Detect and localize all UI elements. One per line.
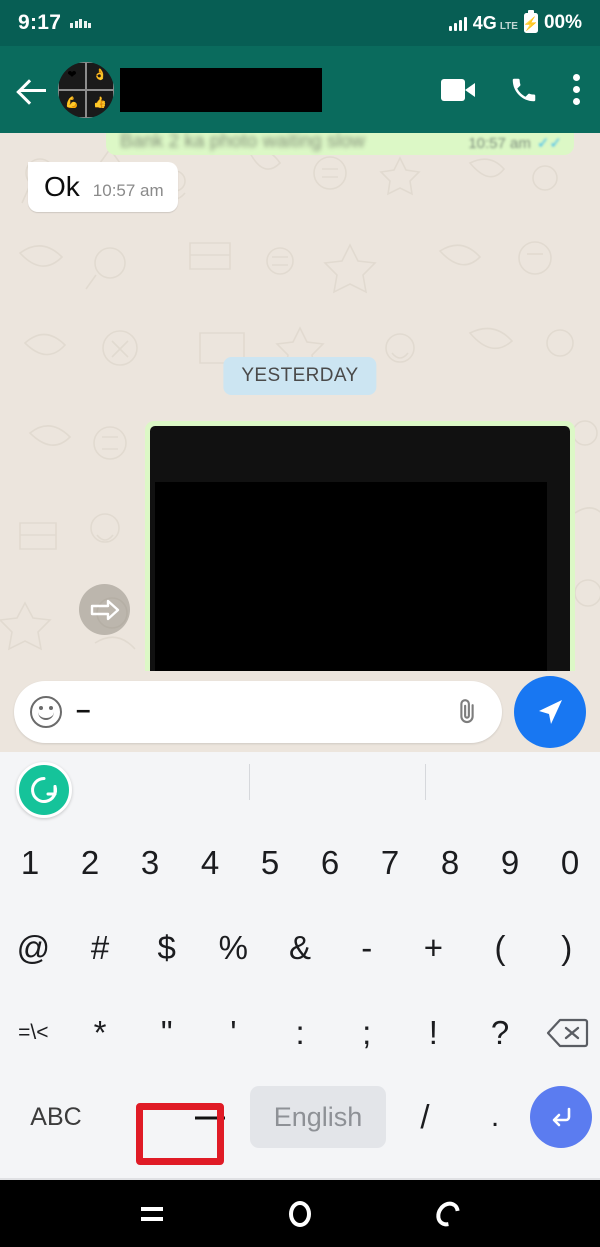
message-text: Ok: [44, 171, 80, 202]
key-hyphen[interactable]: -: [333, 905, 400, 990]
media-thumbnail[interactable]: 9:56 pm: [150, 426, 570, 671]
read-ticks-icon: ✓✓: [536, 135, 562, 152]
key-paren-close[interactable]: ): [533, 905, 600, 990]
enter-key-icon[interactable]: [530, 1086, 592, 1148]
chat-message-list[interactable]: Bank 2 ka photo waiting slow 10:57 am ✓✓…: [0, 133, 600, 671]
enter-glyph: [552, 1107, 571, 1127]
message-input-text[interactable]: –: [76, 694, 438, 729]
key-single-quote[interactable]: ': [200, 990, 267, 1075]
suggestion-strip: [0, 752, 600, 820]
message-text: Bank 2 ka photo waiting slow: [120, 133, 366, 152]
key-asterisk[interactable]: *: [67, 990, 134, 1075]
emoji-smiley-icon[interactable]: [30, 695, 62, 728]
forward-arrow-glyph: [90, 599, 119, 620]
forward-arrow-icon[interactable]: [79, 584, 130, 635]
message-input-field[interactable]: –: [14, 680, 502, 743]
send-icon: [539, 699, 562, 724]
key-5[interactable]: 5: [240, 820, 300, 905]
key-0[interactable]: 0: [540, 820, 600, 905]
key-9[interactable]: 9: [480, 820, 540, 905]
signal-bars-icon: [448, 15, 467, 31]
outgoing-message-partial[interactable]: Bank 2 ka photo waiting slow 10:57 am ✓✓: [106, 133, 574, 155]
message-input-bar: –: [0, 671, 600, 752]
chat-app-bar: ❤ 👌 💪 👍: [0, 46, 600, 133]
key-period[interactable]: .: [464, 1100, 526, 1134]
back-nav-icon[interactable]: [374, 1196, 522, 1231]
key-8[interactable]: 8: [420, 820, 480, 905]
network-sub-label: LTE: [499, 21, 518, 32]
phone-call-icon[interactable]: [509, 75, 539, 105]
on-screen-keyboard[interactable]: 1 2 3 4 5 6 7 8 9 0 @ # $ % & - + ( ) =\…: [0, 752, 600, 1180]
key-6[interactable]: 6: [300, 820, 360, 905]
backspace-glyph: [546, 1018, 588, 1047]
status-bar-right: 4G LTE ⚡ 00%: [448, 10, 582, 34]
contact-name-redacted[interactable]: [120, 67, 322, 112]
network-type-label: 4G: [472, 12, 497, 33]
key-1[interactable]: 1: [0, 820, 60, 905]
media-message-bubble[interactable]: 9:56 pm: [145, 421, 575, 671]
avatar-quadrant: 👍: [86, 89, 114, 118]
key-double-quote[interactable]: ": [133, 990, 200, 1075]
key-ampersand[interactable]: &: [267, 905, 334, 990]
avatar[interactable]: ❤ 👌 💪 👍: [58, 61, 114, 118]
app-bar-actions: [441, 74, 584, 105]
key-exclamation[interactable]: !: [400, 990, 467, 1075]
key-paren-open[interactable]: (: [467, 905, 534, 990]
video-call-icon[interactable]: [441, 78, 475, 101]
key-3[interactable]: 3: [120, 820, 180, 905]
suggestion-divider: [425, 764, 426, 800]
key-question[interactable]: ?: [467, 990, 534, 1075]
message-time: 10:57 am: [92, 181, 164, 200]
key-hash[interactable]: #: [67, 905, 134, 990]
key-comma[interactable]: ,: [108, 1100, 170, 1134]
battery-percent-label: 00%: [543, 12, 582, 33]
key-2[interactable]: 2: [60, 820, 120, 905]
key-colon[interactable]: :: [267, 990, 334, 1075]
keyboard-row-numbers: 1 2 3 4 5 6 7 8 9 0: [0, 820, 600, 905]
keyboard-row-three: =\< * " ' : ; ! ?: [0, 990, 600, 1075]
avatar-quadrant: ❤: [58, 61, 86, 90]
key-semicolon[interactable]: ;: [333, 990, 400, 1075]
back-arrow-icon[interactable]: [16, 73, 50, 107]
media-redacted-area: [155, 482, 547, 671]
status-bar-time: 9:17: [18, 11, 62, 34]
date-divider: YESTERDAY: [223, 357, 377, 395]
more-options-icon[interactable]: [573, 74, 580, 105]
avatar-quadrant: 👌: [86, 61, 114, 90]
message-time: 10:57 am: [468, 135, 531, 152]
keyboard-row-bottom: ABC , — English / .: [0, 1075, 600, 1159]
key-abc-switch[interactable]: ABC: [8, 1103, 104, 1132]
key-7[interactable]: 7: [360, 820, 420, 905]
key-spacebar[interactable]: English: [250, 1086, 386, 1148]
send-button[interactable]: [514, 675, 586, 748]
keyboard-icon: [70, 18, 92, 28]
key-at[interactable]: @: [0, 905, 67, 990]
key-underscore[interactable]: —: [174, 1089, 246, 1145]
key-symbol-switch[interactable]: =\<: [0, 990, 67, 1075]
key-4[interactable]: 4: [180, 820, 240, 905]
keyboard-row-symbols: @ # $ % & - + ( ): [0, 905, 600, 990]
avatar-quadrant: 💪: [58, 89, 86, 118]
grammarly-logo-icon[interactable]: [16, 762, 72, 818]
key-slash[interactable]: /: [390, 1098, 460, 1136]
key-percent[interactable]: %: [200, 905, 267, 990]
home-icon[interactable]: [226, 1200, 374, 1227]
suggestion-divider: [249, 764, 250, 800]
incoming-message-bubble[interactable]: Ok 10:57 am: [28, 162, 178, 212]
grammarly-glyph: [31, 777, 58, 803]
key-dollar[interactable]: $: [133, 905, 200, 990]
paperclip-icon[interactable]: [452, 695, 482, 729]
system-navigation-bar: [0, 1180, 600, 1247]
key-plus[interactable]: +: [400, 905, 467, 990]
battery-charging-icon: ⚡: [523, 10, 539, 33]
backspace-icon[interactable]: [533, 990, 600, 1075]
status-bar: 9:17 4G LTE ⚡ 00%: [0, 0, 600, 46]
phone-screen: 9:17 4G LTE ⚡ 00% ❤ 👌 💪 👍 Bank 2 ka phot…: [0, 0, 600, 1247]
recents-icon[interactable]: [78, 1206, 226, 1221]
